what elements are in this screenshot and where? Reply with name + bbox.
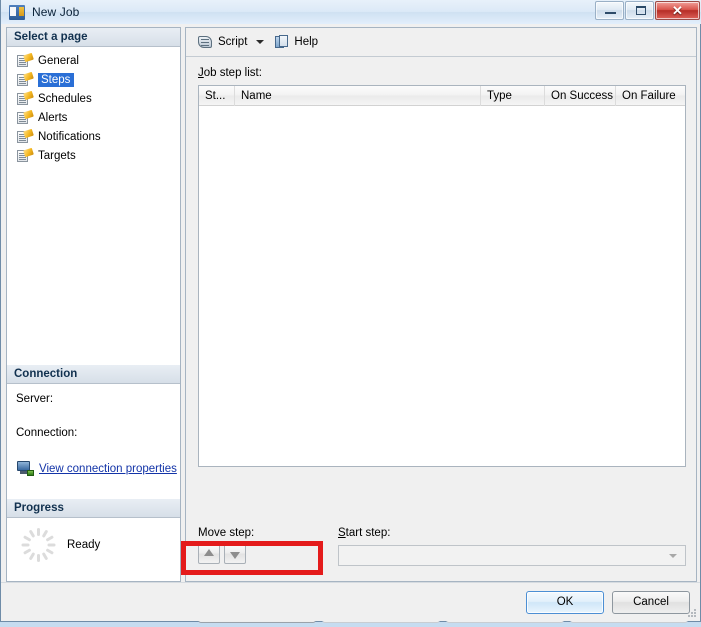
arrow-up-icon: [204, 549, 214, 556]
step-controls-area: Move step: Start step:: [198, 527, 686, 566]
new-job-dialog: New Job ✕ Select a page General Steps Sc…: [0, 0, 701, 623]
sidebar-item-notifications[interactable]: Notifications: [7, 127, 180, 146]
connection-label: Connection:: [16, 427, 78, 439]
job-grid-icon: [9, 4, 25, 20]
page-document-icon: [17, 90, 34, 106]
page-document-icon: [17, 147, 34, 163]
view-connection-properties-link[interactable]: View connection properties: [39, 463, 177, 475]
sidebar-item-general[interactable]: General: [7, 51, 180, 70]
progress-spinner-icon: [21, 528, 55, 562]
column-header-type[interactable]: Type: [481, 86, 545, 106]
grid-header-row: St... Name Type On Success On Failure: [199, 86, 685, 106]
close-icon: ✕: [672, 2, 683, 18]
connection-block: Server: Connection: View connection prop…: [7, 384, 177, 476]
sidebar-item-label: General: [38, 54, 79, 67]
main-content-panel: Script Help Job step list: St... Name Ty…: [185, 27, 697, 623]
maximize-button[interactable]: [625, 1, 654, 20]
panel-body: Job step list: St... Name Type On Succes…: [186, 57, 696, 623]
script-icon: [198, 35, 213, 49]
job-step-list-grid[interactable]: St... Name Type On Success On Failure: [198, 85, 686, 467]
progress-block: Ready: [7, 518, 180, 562]
sidebar-item-label: Schedules: [38, 92, 92, 105]
start-step-dropdown[interactable]: [338, 545, 686, 566]
server-label: Server:: [16, 393, 54, 405]
dialog-footer: OK Cancel: [1, 582, 700, 621]
title-bar[interactable]: New Job ✕: [1, 0, 701, 24]
resize-grip[interactable]: [687, 608, 697, 618]
left-navigation-panel: Select a page General Steps Schedules Al…: [6, 27, 181, 582]
page-document-icon: [17, 109, 34, 125]
window-controls: ✕: [595, 1, 700, 20]
close-button[interactable]: ✕: [655, 1, 700, 20]
sidebar-item-label: Targets: [38, 149, 76, 162]
server-connection-icon: [16, 461, 34, 476]
arrow-down-icon: [230, 552, 240, 559]
chevron-down-icon[interactable]: [256, 40, 265, 44]
column-header-step[interactable]: St...: [199, 86, 235, 106]
page-document-icon: [17, 128, 34, 144]
script-button-label: Script: [218, 36, 248, 48]
column-header-name[interactable]: Name: [235, 86, 481, 106]
page-list: General Steps Schedules Alerts Notificat…: [7, 47, 180, 165]
column-header-on-success[interactable]: On Success: [545, 86, 616, 106]
move-step-down-button[interactable]: [224, 544, 246, 564]
connection-header: Connection: [7, 365, 180, 384]
window-title: New Job: [32, 5, 80, 19]
sidebar-item-label: Steps: [38, 72, 75, 87]
progress-header: Progress: [7, 499, 180, 518]
start-step-label: Start step:: [338, 527, 391, 539]
sidebar-item-label: Alerts: [38, 111, 68, 124]
sidebar-item-label: Notifications: [38, 130, 101, 143]
ok-button[interactable]: OK: [526, 590, 604, 614]
move-step-up-button[interactable]: [198, 544, 220, 564]
sidebar-item-schedules[interactable]: Schedules: [7, 89, 180, 108]
view-connection-properties-row[interactable]: View connection properties: [16, 461, 177, 476]
sidebar-item-steps[interactable]: Steps: [7, 70, 180, 89]
select-page-header: Select a page: [7, 28, 180, 47]
help-button[interactable]: Help: [271, 31, 322, 53]
column-header-on-failure[interactable]: On Failure: [616, 86, 685, 106]
page-document-icon: [17, 52, 34, 68]
panel-toolbar: Script Help: [186, 28, 696, 57]
job-step-list-label: Job step list:: [198, 67, 262, 79]
minimize-button[interactable]: [595, 1, 624, 20]
chevron-down-icon: [669, 553, 677, 558]
help-button-label: Help: [294, 36, 319, 48]
page-document-icon: [17, 71, 34, 87]
job-step-list-label-rest: ob step list:: [203, 67, 262, 79]
script-button[interactable]: Script: [194, 31, 251, 53]
help-icon: [275, 35, 289, 49]
start-step-area: Start step:: [338, 527, 686, 566]
progress-status-text: Ready: [67, 539, 101, 551]
sidebar-item-targets[interactable]: Targets: [7, 146, 180, 165]
cancel-button[interactable]: Cancel: [612, 590, 690, 614]
sidebar-item-alerts[interactable]: Alerts: [7, 108, 180, 127]
start-step-label-rest: tart step:: [345, 527, 391, 539]
